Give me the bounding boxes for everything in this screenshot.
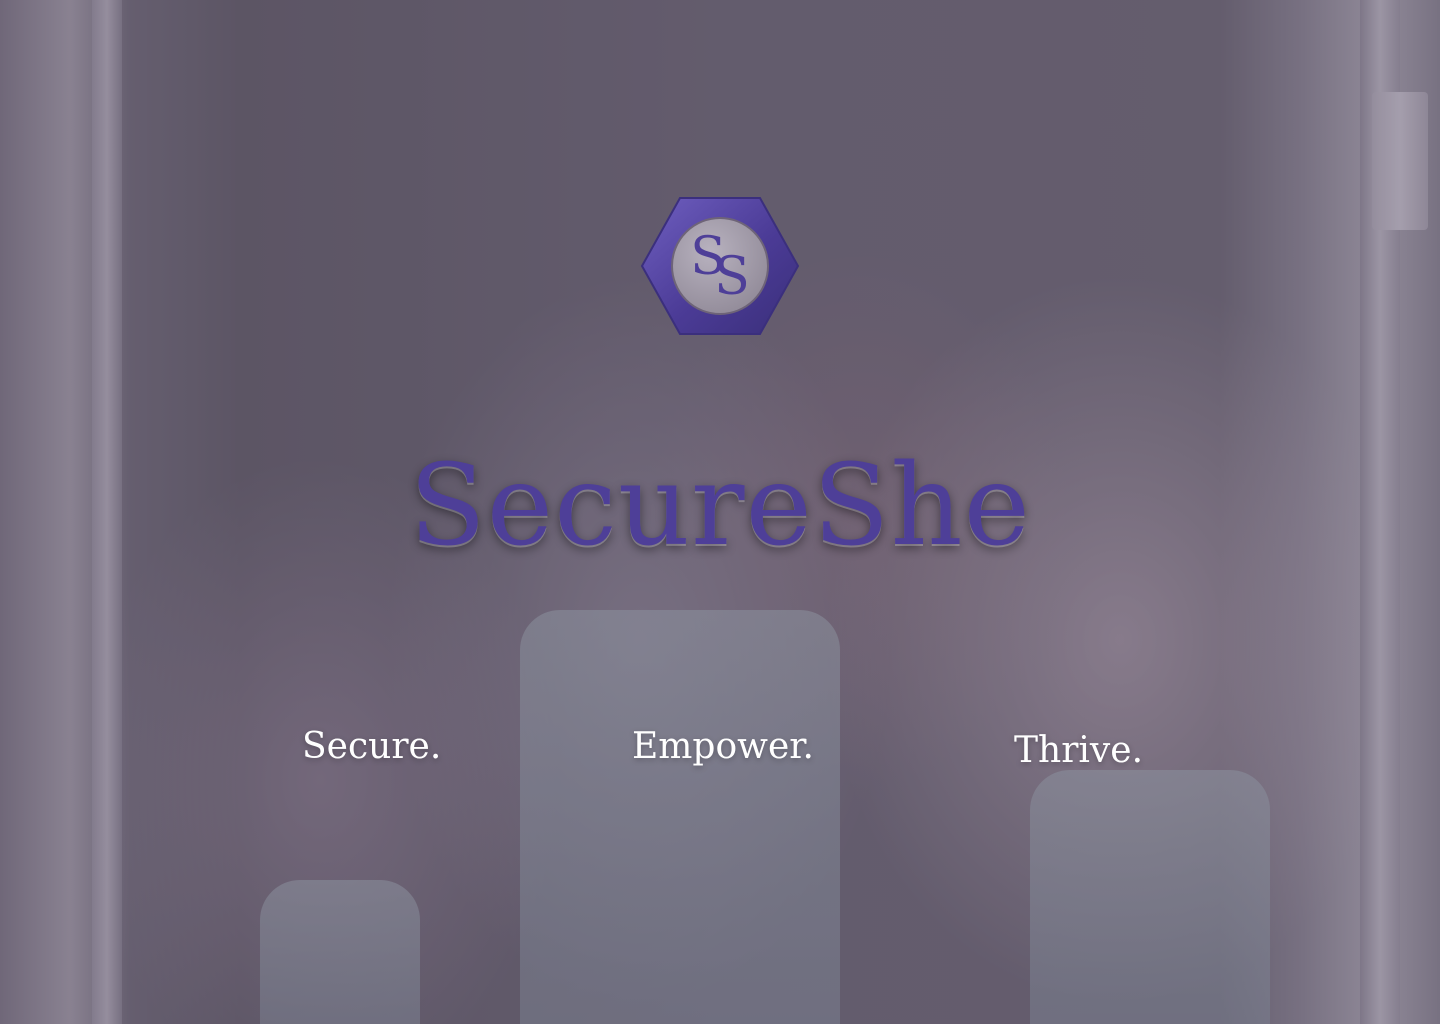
- brand-title: SecureShe: [409, 441, 1031, 571]
- tagline-secure: Secure.: [302, 726, 442, 767]
- tagline-thrive: Thrive.: [1014, 730, 1144, 771]
- brand-logo: S S: [640, 196, 800, 336]
- tagline-empower: Empower.: [632, 726, 814, 767]
- logo-monogram-s2: S: [714, 247, 750, 307]
- hexagon-monogram-icon: S S: [640, 197, 800, 335]
- landing-screen: S S SecureShe Secure. Empower. Thrive.: [0, 0, 1440, 1024]
